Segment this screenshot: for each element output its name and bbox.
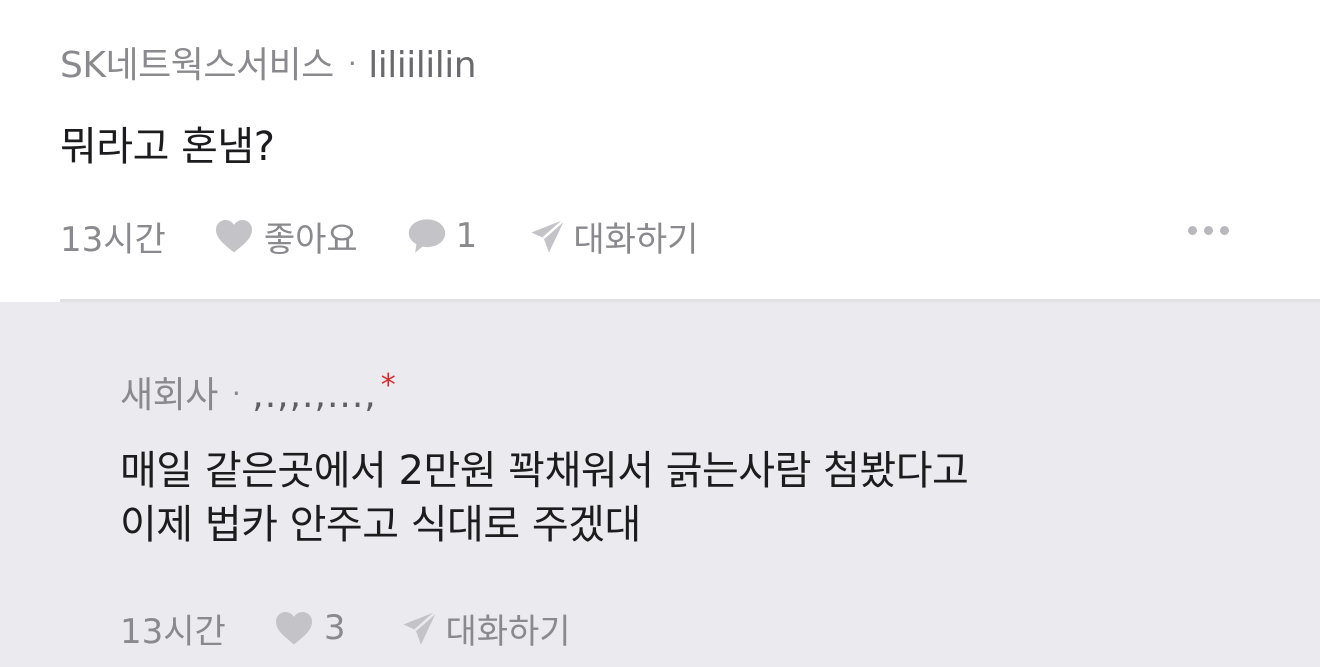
chat-label: 대화하기 — [445, 611, 571, 652]
paper-plane-icon — [401, 609, 439, 647]
like-count: 3 — [323, 608, 346, 648]
like-button[interactable]: 좋아요 — [214, 212, 358, 261]
reply-text-line: 이제 법카 안주고 식대로 주겠대 — [120, 502, 641, 548]
more-dot — [1204, 226, 1213, 235]
community-thread: SK네트웍스서비스 · liliililin 뭐라고 혼냄? 13시간 좋아요 — [0, 0, 1320, 667]
reply-count-button[interactable]: 1 — [406, 216, 478, 256]
more-dots-icon — [1188, 226, 1197, 235]
paper-plane-icon — [529, 217, 567, 255]
speech-bubble-icon — [406, 217, 448, 255]
author-nickname[interactable]: liliililin — [368, 45, 476, 86]
comment-meta: SK네트웍스서비스 · liliililin — [60, 36, 477, 88]
reply-meta: 새회사 ·,.,,.,..., * — [120, 366, 396, 418]
more-options-button[interactable] — [1188, 226, 1229, 235]
company-name[interactable]: SK네트웍스서비스 — [60, 45, 334, 86]
comment-text: 뭐라고 혼냄? — [60, 124, 275, 170]
reply-actions: 13시간 3 대화하기 — [120, 602, 571, 654]
author-nickname[interactable]: ,.,,.,..., — [252, 375, 376, 416]
company-name[interactable]: 새회사 — [120, 375, 218, 416]
comment: SK네트웍스서비스 · liliililin 뭐라고 혼냄? 13시간 좋아요 — [0, 0, 1320, 300]
timestamp: 13시간 — [120, 611, 226, 652]
reply: 새회사 ·,.,,.,..., * 매일 같은곳에서 2만원 꽉채워서 긁는사람 첨… — [0, 302, 1320, 667]
chat-button[interactable]: 대화하기 — [401, 604, 571, 653]
chat-label: 대화하기 — [573, 219, 699, 260]
reply-text: 매일 같은곳에서 2만원 꽉채워서 긁는사람 첨봤다고 이제 법카 안주고 식대… — [120, 444, 969, 552]
heart-icon — [274, 610, 314, 646]
reply-count: 1 — [455, 216, 478, 256]
like-button[interactable]: 3 — [274, 608, 346, 648]
like-label: 좋아요 — [263, 219, 358, 260]
meta-separator: · — [231, 377, 241, 410]
chat-button[interactable]: 대화하기 — [529, 212, 698, 261]
reply-text-line: 매일 같은곳에서 2만원 꽉채워서 긁는사람 첨봤다고 — [120, 448, 969, 494]
more-dot — [1220, 226, 1229, 235]
meta-separator: · — [347, 47, 357, 80]
heart-icon — [214, 218, 254, 254]
timestamp: 13시간 — [60, 219, 166, 260]
verified-mark: * — [380, 368, 396, 403]
comment-actions: 13시간 좋아요 1 대화하기 — [60, 210, 698, 262]
